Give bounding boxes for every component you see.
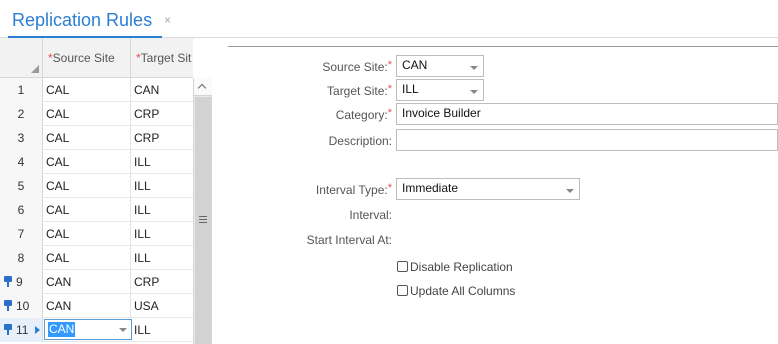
tab-label: Replication Rules (12, 10, 153, 30)
table-row[interactable]: 1 CAL CAN (0, 78, 193, 102)
table-row[interactable]: 8 CAL ILL (0, 246, 193, 270)
chevron-down-icon[interactable] (566, 189, 574, 193)
row-number: 6 (0, 198, 43, 222)
target-site-cell[interactable]: ILL (132, 246, 193, 270)
close-tab-icon[interactable]: × (164, 13, 171, 27)
form-divider (228, 46, 778, 47)
target-site-cell[interactable]: ILL (132, 318, 193, 342)
table-row[interactable]: 10 CAN USA (0, 294, 193, 318)
required-mark: * (387, 59, 392, 71)
interval-type-select[interactable]: Immediate (396, 178, 580, 200)
row-number: 3 (0, 126, 43, 150)
interval-label: Interval: (349, 208, 392, 222)
description-field[interactable] (396, 129, 778, 151)
target-site-select[interactable]: ILL (396, 79, 484, 101)
checkbox-box[interactable] (397, 261, 408, 272)
select-all-corner[interactable] (0, 38, 43, 78)
source-site-cell[interactable]: CAL (44, 174, 131, 198)
pin-icon[interactable] (4, 324, 12, 335)
source-site-label: Source Site:* (322, 59, 392, 74)
required-mark: * (387, 107, 392, 119)
current-row-arrow-icon (35, 326, 40, 334)
interval-type-label: Interval Type:* (315, 182, 392, 197)
source-site-cell[interactable]: CAL (44, 150, 131, 174)
table-row[interactable]: 5 CAL ILL (0, 174, 193, 198)
grid-header: *Source Site *Target Sit (0, 38, 193, 78)
pin-icon[interactable] (4, 300, 12, 311)
source-site-cell[interactable]: CAN (44, 294, 131, 318)
source-site-cell[interactable]: CAL (44, 102, 131, 126)
row-number: 11 (0, 318, 43, 342)
row-number: 9 (0, 270, 43, 294)
row-number: 7 (0, 222, 43, 246)
target-site-cell[interactable]: CRP (132, 126, 193, 150)
replication-rules-grid: *Source Site *Target Sit 1 CAL CAN 2 CAL… (0, 38, 213, 344)
grip-icon (199, 216, 207, 223)
target-site-cell[interactable]: ILL (132, 174, 193, 198)
column-header-source-site[interactable]: *Source Site (44, 38, 131, 78)
column-header-label: Source Site (52, 51, 115, 65)
column-header-label: Target Sit (140, 51, 192, 65)
target-site-cell[interactable]: CAN (132, 78, 193, 102)
source-site-editor-value[interactable]: CAN (48, 322, 76, 337)
target-site-cell[interactable]: ILL (132, 150, 193, 174)
required-mark: * (387, 83, 392, 95)
table-row[interactable]: 2 CAL CRP (0, 102, 193, 126)
pin-icon[interactable] (4, 276, 12, 287)
source-site-cell[interactable]: CAN (44, 270, 131, 294)
start-interval-at-label: Start Interval At: (306, 233, 392, 247)
target-site-cell[interactable]: ILL (132, 222, 193, 246)
source-site-select[interactable]: CAN (396, 55, 484, 77)
checkbox-box[interactable] (397, 285, 408, 296)
target-site-cell[interactable]: ILL (132, 198, 193, 222)
target-site-cell[interactable]: CRP (132, 102, 193, 126)
table-row[interactable]: 7 CAL ILL (0, 222, 193, 246)
category-label: Category:* (335, 107, 392, 122)
disable-replication-checkbox[interactable]: Disable Replication (397, 258, 513, 276)
table-row-selected[interactable]: 11 CAN ILL (0, 318, 193, 342)
row-number: 8 (0, 246, 43, 270)
source-site-cell[interactable]: CAL (44, 246, 131, 270)
chevron-down-icon[interactable] (119, 328, 127, 332)
table-row[interactable]: 9 CAN CRP (0, 270, 193, 294)
grid-rows: 1 CAL CAN 2 CAL CRP 3 CAL CRP 4 CAL ILL … (0, 78, 193, 342)
source-site-cell[interactable]: CAL (44, 198, 131, 222)
source-site-cell[interactable]: CAL (44, 78, 131, 102)
row-number: 2 (0, 102, 43, 126)
row-number: 1 (0, 78, 43, 102)
row-number: 5 (0, 174, 43, 198)
tab-replication-rules[interactable]: Replication Rules (4, 0, 163, 39)
row-number: 10 (0, 294, 43, 318)
chevron-down-icon[interactable] (470, 90, 478, 94)
target-site-cell[interactable]: CRP (132, 270, 193, 294)
row-number: 4 (0, 150, 43, 174)
source-site-cell[interactable]: CAL (44, 126, 131, 150)
description-label: Description: (328, 134, 392, 148)
table-row[interactable]: 6 CAL ILL (0, 198, 193, 222)
table-row[interactable]: 3 CAL CRP (0, 126, 193, 150)
table-row[interactable]: 4 CAL ILL (0, 150, 193, 174)
scrollbar-thumb[interactable] (195, 97, 211, 344)
target-site-label: Target Site:* (327, 83, 392, 98)
source-site-cell-editor[interactable]: CAN (44, 319, 132, 340)
source-site-cell[interactable]: CAL (44, 222, 131, 246)
scroll-up-icon[interactable] (194, 78, 212, 96)
target-site-cell[interactable]: USA (132, 294, 193, 318)
corner-triangle-icon (31, 65, 39, 73)
column-header-target-site[interactable]: *Target Sit (132, 38, 193, 78)
chevron-down-icon[interactable] (470, 66, 478, 70)
update-all-columns-checkbox[interactable]: Update All Columns (397, 282, 515, 300)
required-mark: * (387, 182, 392, 194)
grid-vertical-scrollbar[interactable] (193, 78, 212, 344)
category-field[interactable]: Invoice Builder (396, 103, 778, 125)
tab-bar: Replication Rules × (0, 0, 778, 39)
